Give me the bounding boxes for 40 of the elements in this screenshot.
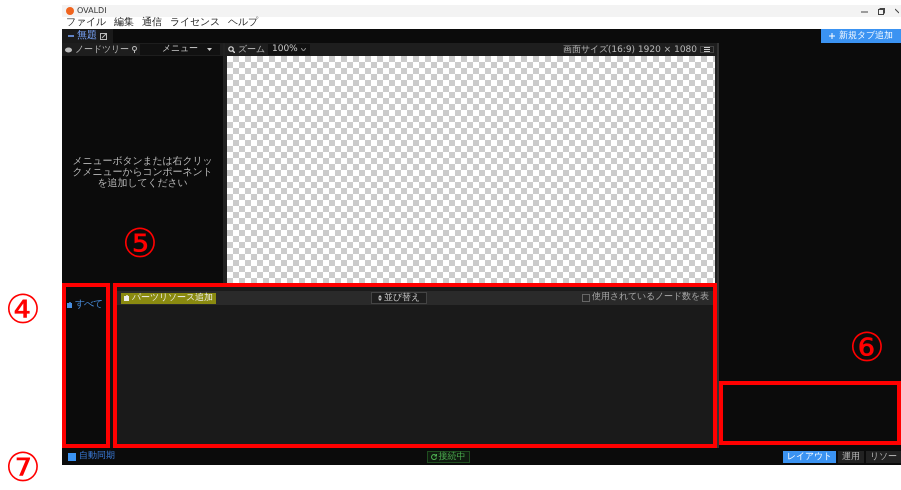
empty-message: メニューボタンまたは右クリックメニューからコンポーネントを追加してください — [72, 156, 212, 189]
checkbox[interactable] — [582, 294, 590, 302]
panel-label: ノードツリー — [75, 44, 129, 56]
menu-icon — [704, 47, 710, 52]
filter-item[interactable]: すべて — [67, 297, 102, 312]
zoom-dropdown[interactable]: 100% — [268, 44, 310, 55]
menu-item[interactable]: ライセンス — [170, 17, 220, 29]
annotation-number: ⑥ — [849, 328, 885, 368]
zoom-icon — [228, 46, 235, 53]
screen-size-label: 画面サイズ(16:9) 1920 × 1080 — [562, 44, 697, 56]
plus-icon — [829, 33, 835, 39]
menu-item[interactable]: 編集 — [114, 17, 134, 29]
mode-tab[interactable]: リソー — [866, 450, 901, 462]
annotation-number: ⑤ — [122, 224, 158, 264]
connection-status: 接続中 — [426, 450, 470, 462]
window-title: OVALDI — [77, 5, 107, 17]
pin-icon — [132, 46, 137, 53]
menu-dropdown[interactable]: メニュー — [140, 44, 220, 55]
caret-icon — [207, 48, 212, 51]
dash-icon — [68, 33, 74, 39]
document-tab[interactable]: 無題 — [62, 29, 113, 43]
checkbox-label: 自動同期 — [79, 450, 115, 463]
restore-icon — [878, 8, 885, 14]
close-icon — [895, 8, 899, 14]
edit-icon — [100, 32, 107, 40]
chevron-icon — [301, 48, 306, 51]
zoom-label: ズーム — [238, 44, 265, 56]
checkbox[interactable] — [68, 452, 76, 460]
app-logo-icon — [66, 7, 74, 15]
menu-item[interactable]: ファイル — [66, 17, 106, 29]
mode-tab[interactable]: 運用 — [838, 450, 864, 462]
menu-button[interactable] — [700, 46, 714, 53]
checkbox-label: 使用されているノード数を表 — [592, 291, 709, 304]
menu-item[interactable]: ヘルプ — [228, 17, 258, 29]
annotation-number: ④ — [5, 290, 41, 330]
refresh-icon — [430, 454, 436, 460]
sort-icon — [378, 295, 382, 301]
menu-item[interactable]: 通信 — [142, 17, 162, 29]
annotation-number: ⑦ — [5, 448, 41, 488]
sort-button[interactable]: 並び替え — [371, 292, 427, 304]
